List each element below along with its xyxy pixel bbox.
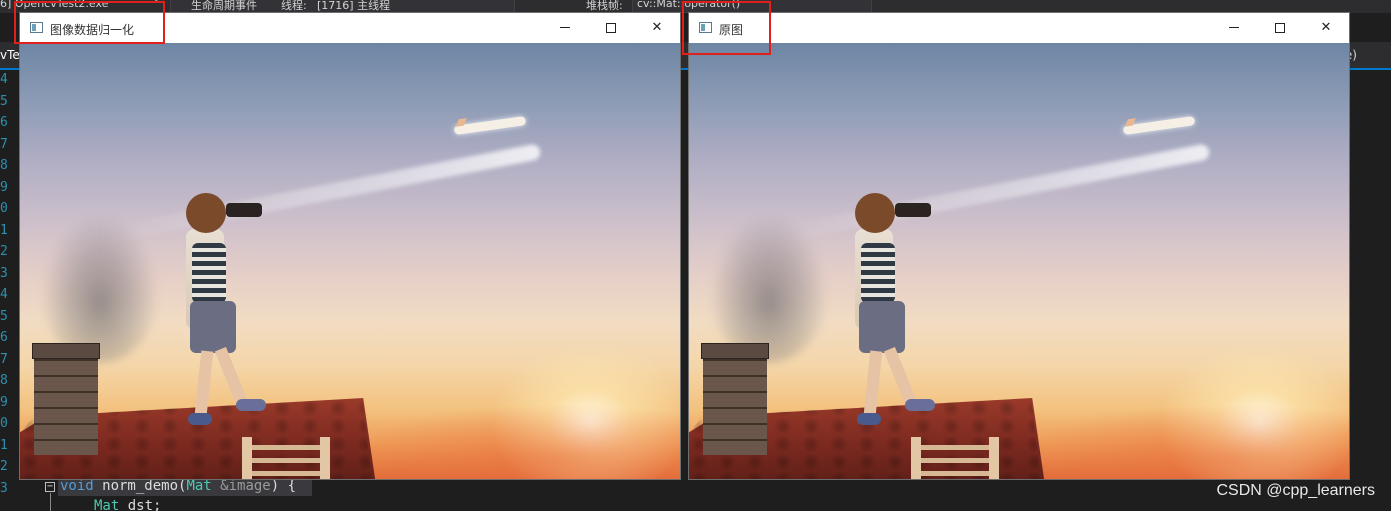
title-highlight-box-right [682, 1, 771, 55]
line-number: 2 [0, 459, 8, 474]
opencv-window-original[interactable]: 原图 ✕ [689, 13, 1349, 479]
code-variable: dst; [119, 498, 162, 511]
stack-frame-label: 堆栈帧: [586, 0, 623, 12]
fold-toggle-icon[interactable]: − [45, 482, 55, 492]
code-type: Mat [94, 498, 120, 511]
line-number: 0 [0, 416, 8, 431]
line-number: 5 [0, 93, 8, 109]
line-number: 3 [0, 480, 8, 496]
chimney-smoke [709, 213, 829, 363]
code-line-function-signature: void norm_demo(Mat &image) { [60, 478, 296, 494]
line-number: 8 [0, 158, 8, 173]
code-line-declaration: Mat dst; [94, 498, 161, 511]
line-number: 0 [0, 201, 8, 216]
airplane [453, 116, 527, 135]
line-number: 5 [0, 308, 8, 324]
chimney-smoke [40, 213, 160, 363]
image-display [20, 43, 680, 479]
line-number: 7 [0, 136, 8, 152]
fold-guide [50, 493, 51, 511]
sunset-clouds [1009, 403, 1349, 479]
airplane [1122, 116, 1196, 135]
maximize-icon[interactable] [588, 13, 634, 43]
line-number: 7 [0, 351, 8, 367]
lifecycle-thread-combo: 生命周期事件 线程: [1716] 主线程 [170, 0, 515, 13]
line-number: 2 [0, 244, 8, 259]
code-function-name: norm_demo( [93, 478, 187, 494]
thread-selector[interactable]: [1716] 主线程 [317, 0, 390, 13]
chimney [703, 345, 767, 455]
editor-tab-active[interactable]: vTe [0, 48, 20, 62]
line-number: 4 [0, 287, 8, 302]
chimney-cap [701, 343, 769, 359]
ladder [911, 437, 999, 479]
image-display [689, 43, 1349, 479]
boy-with-binoculars [849, 193, 969, 433]
line-number: 8 [0, 373, 8, 388]
line-number: 6 [0, 115, 8, 130]
line-number: 4 [0, 72, 8, 87]
title-highlight-box-left [14, 1, 165, 44]
close-icon[interactable]: ✕ [1303, 13, 1349, 43]
chimney [34, 345, 98, 455]
close-icon[interactable]: ✕ [634, 13, 680, 43]
thread-label: 线程: [281, 0, 307, 12]
line-number: 3 [0, 265, 8, 281]
code-type: Mat [186, 478, 212, 494]
lifecycle-events-button[interactable]: 生命周期事件 [191, 0, 257, 13]
minimize-icon[interactable] [1211, 13, 1257, 43]
boy-with-binoculars [180, 193, 300, 433]
code-parameter: &image [211, 478, 271, 494]
minimize-icon[interactable] [542, 13, 588, 43]
chimney-cap [32, 343, 100, 359]
line-number: 9 [0, 179, 8, 195]
line-number: 9 [0, 394, 8, 410]
window-titlebar[interactable]: 原图 ✕ [689, 13, 1349, 43]
ladder [242, 437, 330, 479]
line-number: 1 [0, 437, 8, 453]
maximize-icon[interactable] [1257, 13, 1303, 43]
code-punctuation: ) { [270, 478, 297, 494]
sunset-clouds [340, 403, 680, 479]
opencv-window-normalized[interactable]: 图像数据归一化 ✕ [20, 13, 680, 479]
line-number: 1 [0, 222, 8, 238]
code-keyword: void [60, 478, 94, 494]
watermark: CSDN @cpp_learners [1216, 482, 1375, 499]
line-number: 6 [0, 330, 8, 345]
